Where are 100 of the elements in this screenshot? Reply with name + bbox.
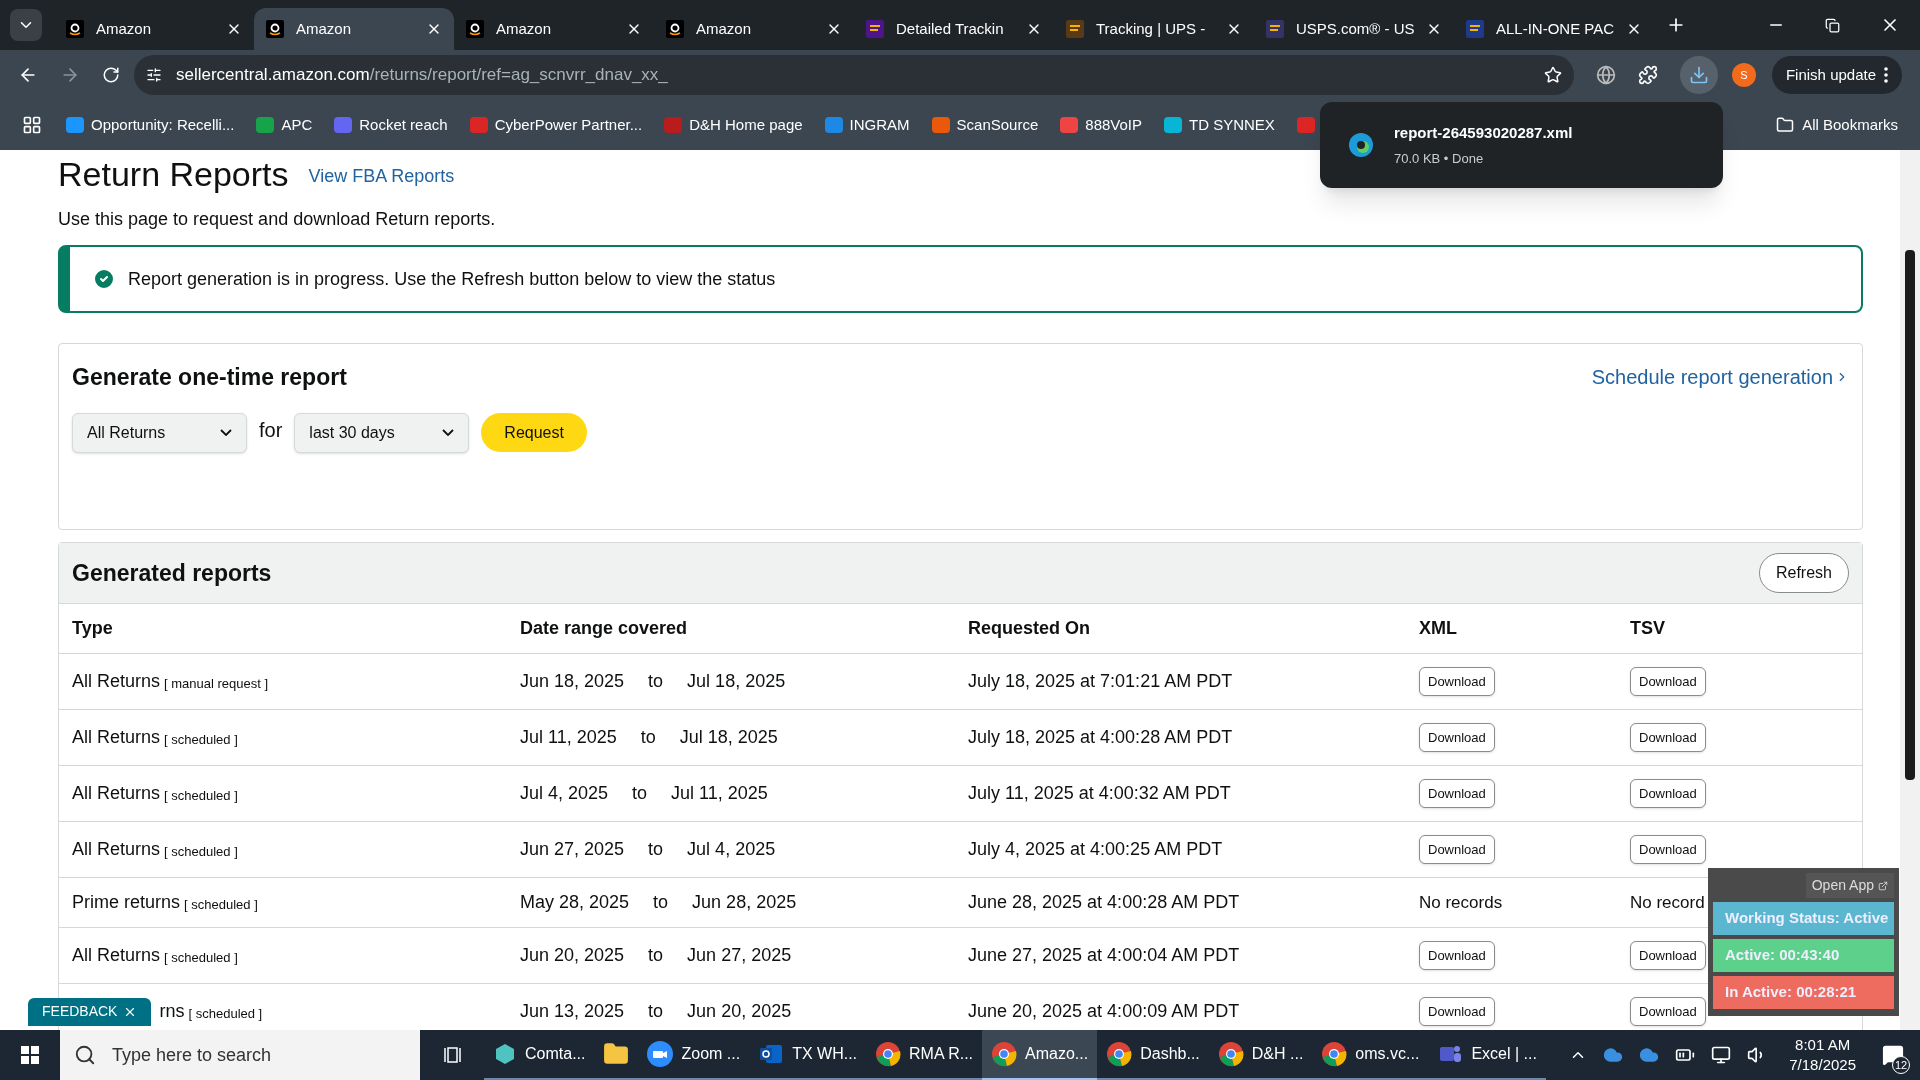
bookmark-icon xyxy=(334,117,353,133)
scrollbar[interactable] xyxy=(1900,150,1920,1030)
tab-title: USPS.com® - US xyxy=(1296,18,1414,39)
all-bookmarks-item[interactable]: All Bookmarks xyxy=(1776,113,1898,137)
report-type: Prime returns xyxy=(72,891,181,914)
url-text: sellercentral.amazon.com/returns/report/ref=ag_scnvrr_dnav_xx_ xyxy=(176,64,669,87)
tab-list-button[interactable] xyxy=(10,9,42,41)
browser-tab[interactable]: USPS.com® - US xyxy=(1254,8,1454,50)
browser-tab[interactable]: Amazon xyxy=(654,8,854,50)
taskbar-app[interactable]: Comta... xyxy=(484,1030,595,1080)
alert-text: Report generation is in progress. Use the Refresh button below to view the status xyxy=(128,267,776,291)
request-button[interactable]: Request xyxy=(481,413,587,452)
report-type-select[interactable]: All Returns xyxy=(72,412,247,453)
download-button[interactable]: Download xyxy=(1419,667,1495,696)
download-button[interactable]: Download xyxy=(1630,667,1706,696)
inactive-time: In Active: 00:28:21 xyxy=(1713,976,1894,1009)
report-type: All Returns xyxy=(72,726,161,749)
bookmark-item[interactable]: ScanSource xyxy=(931,113,1039,137)
period-select[interactable]: last 30 days xyxy=(294,412,470,453)
report-note: [ scheduled ] xyxy=(164,842,238,861)
shop-icon xyxy=(466,20,484,38)
browser-tab[interactable]: Tracking | UPS - xyxy=(1054,8,1254,50)
taskbar-app[interactable]: oms.vc... xyxy=(1312,1030,1429,1080)
cloud-icon[interactable] xyxy=(1603,1045,1624,1065)
all-bookmarks-label: All Bookmarks xyxy=(1802,114,1898,135)
feedback-tab[interactable]: FEEDBACK xyxy=(28,997,152,1026)
bookmark-item[interactable]: APC xyxy=(256,113,313,137)
download-button[interactable]: Download xyxy=(1630,723,1706,752)
active-time: Active: 00:43:40 xyxy=(1713,939,1894,972)
tab-title: ALL-IN-ONE PAC xyxy=(1496,18,1614,39)
taskbar-search-field[interactable]: Type here to search xyxy=(60,1030,420,1080)
globe-icon[interactable] xyxy=(1595,65,1616,85)
taskbar-app[interactable]: D&H ... xyxy=(1208,1030,1313,1080)
browser-tab[interactable]: ALL-IN-ONE PAC xyxy=(1454,8,1654,50)
download-button[interactable]: Download xyxy=(1630,941,1706,970)
extensions-icon[interactable] xyxy=(1637,65,1658,85)
download-icon xyxy=(1688,65,1709,85)
schedule-link[interactable]: Schedule report generation xyxy=(1591,362,1849,393)
download-button[interactable]: Download xyxy=(1419,779,1495,808)
network-icon[interactable] xyxy=(1711,1045,1732,1065)
taskbar-app[interactable]: Excel | ... xyxy=(1428,1030,1546,1080)
date-to: Jul 11, 2025 xyxy=(671,782,768,805)
download-button[interactable]: Download xyxy=(1419,997,1495,1026)
fba-reports-link[interactable]: View FBA Reports xyxy=(308,163,455,190)
bookmark-item[interactable]: TD SYNNEX xyxy=(1164,113,1275,137)
refresh-button[interactable]: Refresh xyxy=(1758,553,1849,593)
download-button[interactable]: Download xyxy=(1419,723,1495,752)
download-button[interactable]: Download xyxy=(1630,835,1706,864)
working-status: Working Status: Active xyxy=(1713,902,1894,935)
requested-date: June 28, 2025 at 4:00:28 AM PDT xyxy=(968,891,1240,914)
requested-date: July 4, 2025 at 4:00:25 AM PDT xyxy=(968,838,1223,861)
bookmark-item[interactable]: 888VoIP xyxy=(1060,113,1142,137)
clock[interactable]: 8:01 AM 7/18/2025 xyxy=(1789,1035,1856,1075)
tab-title: Amazon xyxy=(296,18,353,39)
date-to: Jun 28, 2025 xyxy=(692,891,797,914)
bookmark-item[interactable]: Opportunity: Recelli... xyxy=(66,113,235,137)
apps-icon[interactable] xyxy=(22,115,42,135)
open-app-link[interactable]: Open App xyxy=(1805,873,1894,898)
site-settings-icon[interactable] xyxy=(146,67,162,83)
panel-title: Generate one-time report xyxy=(72,363,347,392)
shop-icon xyxy=(66,20,84,38)
reload-icon[interactable] xyxy=(102,66,120,84)
browser-tab[interactable]: Amazon xyxy=(54,8,254,50)
taskbar-app[interactable]: TX WH... xyxy=(749,1030,867,1080)
taskbar-app[interactable]: Zoom ... xyxy=(638,1030,750,1080)
bookmark-item[interactable]: INGRAM xyxy=(824,113,910,137)
bookmark-item[interactable]: Rocket reach xyxy=(334,113,448,137)
date-from: Jul 4, 2025 xyxy=(520,782,609,805)
date-separator: to xyxy=(640,726,656,749)
requested-date: July 18, 2025 at 7:01:21 AM PDT xyxy=(968,670,1233,693)
taskbar-app[interactable]: Amazo... xyxy=(982,1030,1098,1080)
folder-icon xyxy=(603,1041,630,1067)
bookmark-item[interactable]: D&H Home page xyxy=(664,113,803,137)
report-type: rns xyxy=(159,1000,185,1023)
download-button[interactable] xyxy=(1679,56,1718,94)
taskbar-app[interactable]: Dashb... xyxy=(1097,1030,1209,1080)
download-button[interactable]: Download xyxy=(1419,835,1495,864)
for-label: for xyxy=(259,417,283,443)
table-cell-text: No records xyxy=(1419,891,1503,914)
date-from: Jun 13, 2025 xyxy=(520,1000,625,1023)
file-name[interactable]: report-264593020287.xml xyxy=(1394,122,1573,145)
date-from: Jun 20, 2025 xyxy=(520,944,625,967)
browser-tab[interactable]: Amazon xyxy=(254,8,454,50)
download-button[interactable]: Download xyxy=(1419,941,1495,970)
requested-date: June 20, 2025 at 4:00:09 AM PDT xyxy=(968,1000,1240,1023)
report-note: [ scheduled ] xyxy=(184,895,258,914)
bookmark-item[interactable]: CyberPower Partner... xyxy=(469,113,643,137)
cloud-icon[interactable] xyxy=(1639,1045,1660,1065)
browser-icon xyxy=(1321,1041,1348,1067)
finish-update-button[interactable]: Finish update xyxy=(1771,56,1902,94)
browser-tab[interactable]: Detailed Trackin xyxy=(854,8,1054,50)
table-cell-text: No record xyxy=(1630,891,1705,914)
download-button[interactable]: Download xyxy=(1630,997,1706,1026)
restore-icon[interactable] xyxy=(1825,17,1840,33)
download-button[interactable]: Download xyxy=(1630,779,1706,808)
date-from: May 28, 2025 xyxy=(520,891,630,914)
browser-tab[interactable]: Amazon xyxy=(454,8,654,50)
bookmark-star-icon[interactable] xyxy=(1543,66,1562,84)
address-bar[interactable]: sellercentral.amazon.com/returns/report/ref=ag_scnvrr_dnav_xx_ xyxy=(134,55,1574,95)
tab-title: Amazon xyxy=(696,18,753,39)
